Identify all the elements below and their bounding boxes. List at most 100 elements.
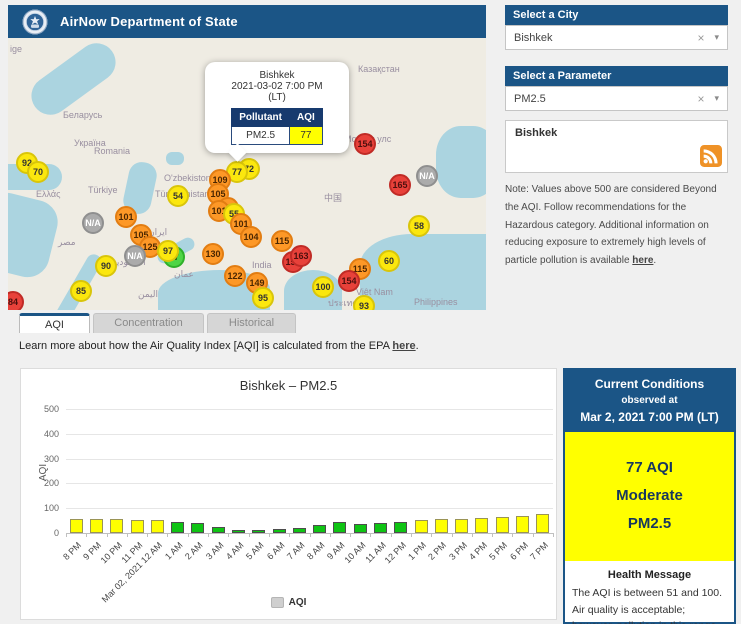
- x-tick: [553, 533, 554, 537]
- aqi-marker[interactable]: 85: [70, 280, 92, 302]
- aqi-marker[interactable]: 93: [353, 295, 375, 310]
- map[interactable]: ige Беларусь Україна Romania Ελλάς Türkiye Каз…: [8, 38, 486, 310]
- tab-aqi[interactable]: AQI: [19, 313, 90, 333]
- aqi-bar[interactable]: [333, 522, 347, 533]
- aqi-marker[interactable]: 54: [167, 185, 189, 207]
- tab-historical[interactable]: Historical: [207, 313, 296, 333]
- aqi-marker[interactable]: 154: [354, 133, 376, 155]
- app-header: AirNow Department of State: [8, 5, 486, 38]
- aqi-bar[interactable]: [313, 525, 327, 533]
- city-select[interactable]: Bishkek × ▾: [505, 25, 728, 50]
- rss-icon[interactable]: [700, 145, 722, 167]
- aqi-bar[interactable]: [536, 514, 550, 533]
- x-tick-label: 3 PM: [446, 540, 469, 562]
- epa-here-link[interactable]: here: [392, 340, 415, 352]
- x-tick: [289, 533, 291, 537]
- chevron-down-icon[interactable]: ▾: [714, 32, 719, 43]
- chevron-down-icon[interactable]: ▾: [714, 93, 719, 104]
- map-country-label: India: [252, 260, 272, 270]
- aqi-bar[interactable]: [455, 519, 469, 533]
- x-tick: [147, 533, 149, 537]
- aqi-marker[interactable]: 115: [271, 230, 293, 252]
- x-tick: [228, 533, 230, 537]
- aqi-marker[interactable]: 90: [95, 255, 117, 277]
- parameter-select-value: PM2.5: [514, 92, 546, 105]
- aqi-marker[interactable]: 130: [202, 243, 224, 265]
- chart-plot-area: 8 PM 9 PM 10 PM 11 PM Mar 02, 2021 12 AM 1 AM…: [61, 409, 554, 604]
- tab-concentration[interactable]: Concentration: [93, 313, 204, 333]
- popup-datetime: 2021-03-02 7:00 PM: [231, 81, 323, 92]
- aqi-bar[interactable]: [231, 530, 245, 533]
- aqi-bar[interactable]: [252, 530, 266, 533]
- water-mediterranean-sea: [8, 188, 63, 282]
- x-tick: [167, 533, 169, 537]
- aqi-bar[interactable]: [475, 518, 489, 533]
- aqi-bar[interactable]: [292, 528, 306, 533]
- map-country-label: Ελλάς: [36, 189, 61, 199]
- x-tick-label: 7 PM: [527, 540, 550, 562]
- x-tick: [126, 533, 128, 537]
- map-country-label: مصر: [58, 237, 76, 247]
- aqi-bar[interactable]: [150, 520, 164, 533]
- popup-aqi-header: AQI: [289, 108, 323, 127]
- epa-info-line: Learn more about how the Air Quality Ind…: [19, 340, 419, 352]
- aqi-bar[interactable]: [434, 519, 448, 533]
- aqi-marker[interactable]: 165: [389, 174, 411, 196]
- aqi-bar[interactable]: [495, 517, 509, 533]
- aqi-marker[interactable]: 104: [240, 226, 262, 248]
- aqi-bar[interactable]: [353, 524, 367, 533]
- aqi-bar[interactable]: [130, 520, 144, 533]
- aqi-marker[interactable]: 70: [27, 161, 49, 183]
- aqi-marker[interactable]: 60: [378, 250, 400, 272]
- aqi-marker[interactable]: 97: [157, 240, 179, 262]
- aqi-marker[interactable]: 101: [115, 206, 137, 228]
- parameter-select[interactable]: PM2.5 × ▾: [505, 86, 728, 111]
- aqi-bar[interactable]: [414, 520, 428, 533]
- clear-icon[interactable]: ×: [697, 31, 704, 45]
- aqi-bar[interactable]: [89, 519, 103, 533]
- aqi-bar[interactable]: [211, 527, 225, 533]
- aqi-bar[interactable]: [272, 529, 286, 533]
- aqi-marker[interactable]: N/A: [416, 165, 438, 187]
- x-tick-label: 2 PM: [426, 540, 449, 562]
- x-tick: [532, 533, 534, 537]
- rss-feed-box: Bishkek: [505, 120, 728, 173]
- clear-icon[interactable]: ×: [697, 92, 704, 106]
- aqi-marker[interactable]: 163: [290, 245, 312, 267]
- y-tick-label: 0: [53, 528, 59, 538]
- y-tick-label: 300: [43, 453, 59, 464]
- x-tick-label: 3 AM: [203, 540, 226, 562]
- map-country-label: Беларусь: [63, 110, 103, 120]
- y-tick-label: 100: [43, 503, 59, 514]
- aqi-marker[interactable]: 84: [8, 291, 24, 310]
- popup-aqi-value: 77: [289, 126, 323, 145]
- x-tick-label: 6 PM: [507, 540, 530, 562]
- aqi-bar[interactable]: [69, 519, 83, 533]
- aqi-bar[interactable]: [516, 516, 530, 533]
- chart-legend[interactable]: AQI: [21, 597, 556, 608]
- select-city-header: Select a City: [505, 5, 728, 25]
- x-tick: [268, 533, 270, 537]
- aqi-bar[interactable]: [374, 523, 388, 533]
- aqi-marker[interactable]: N/A: [124, 245, 146, 267]
- aqi-marker[interactable]: 58: [408, 215, 430, 237]
- map-country-label: Romania: [94, 146, 131, 156]
- aqi-marker[interactable]: N/A: [82, 212, 104, 234]
- x-tick: [187, 533, 189, 537]
- popup-pollutant-header: Pollutant: [231, 108, 290, 127]
- current-aqi-block: 77 AQI Moderate PM2.5: [565, 432, 734, 562]
- aqi-marker[interactable]: 100: [312, 276, 334, 298]
- aqi-bar[interactable]: [394, 522, 408, 533]
- note-here-link[interactable]: here: [632, 255, 653, 266]
- aqi-marker[interactable]: 154: [338, 270, 360, 292]
- gridline: [66, 433, 553, 435]
- aqi-marker[interactable]: 122: [224, 265, 246, 287]
- aqi-chart-panel: Bishkek – PM2.5 AQI 0 100 200 300 400 500 8 P…: [20, 368, 557, 620]
- x-tick-label: 1 PM: [406, 540, 429, 562]
- aqi-bar[interactable]: [171, 522, 185, 533]
- aqi-bar[interactable]: [191, 523, 205, 533]
- map-popup: Bishkek 2021-03-02 7:00 PM (LT) Pollutan…: [205, 62, 349, 162]
- x-tick: [329, 533, 331, 537]
- aqi-bar[interactable]: [110, 519, 124, 533]
- aqi-marker[interactable]: 95: [252, 287, 274, 309]
